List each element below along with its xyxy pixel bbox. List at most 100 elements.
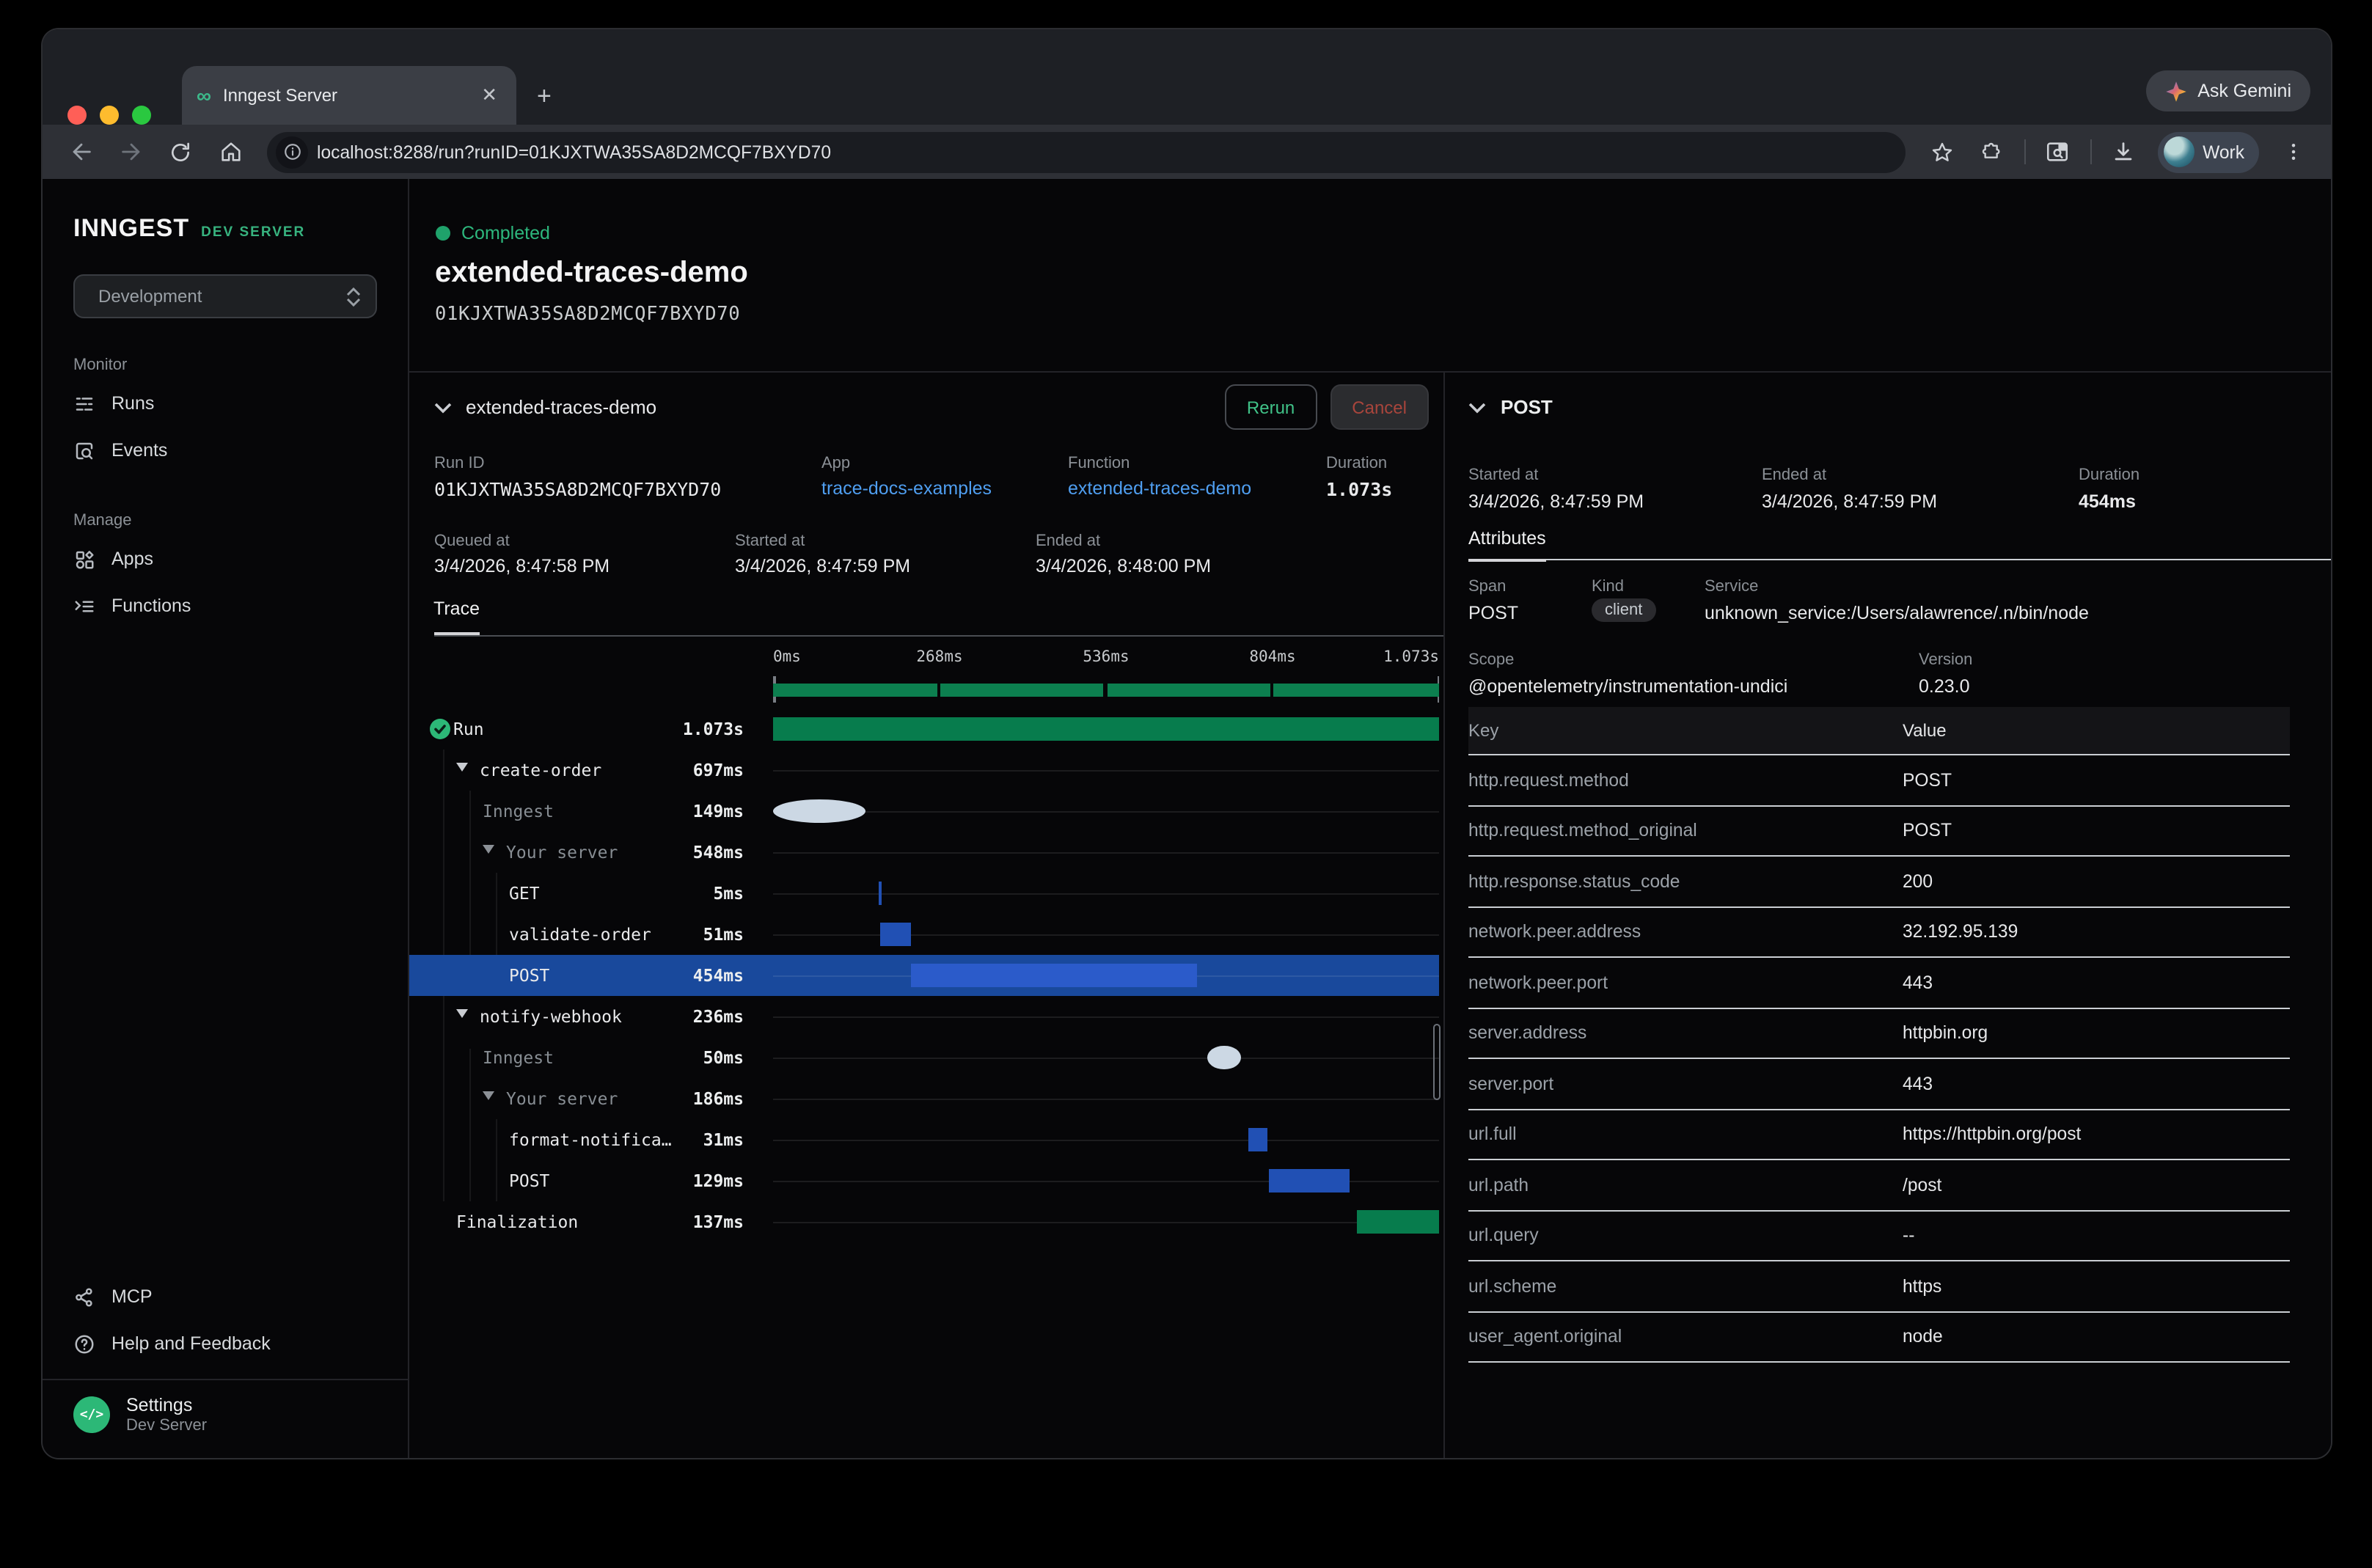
function-link[interactable]: extended-traces-demo [1068,478,1251,499]
timeline-zone [773,914,1439,955]
sidebar-item-label: Events [111,440,167,461]
timeline-zone [773,873,1439,914]
rerun-button[interactable]: Rerun [1225,384,1317,430]
side-search-button[interactable] [2038,133,2076,171]
span-bar[interactable] [773,799,865,823]
span-bar[interactable] [773,717,1439,741]
attr-key: url.path [1468,1175,1903,1195]
tab-attributes[interactable]: Attributes [1468,528,1546,562]
trace-rows: Run1.073screate-order697msInngest149msYo… [409,708,1439,1242]
table-row[interactable]: http.request.method_original POST [1468,806,2290,857]
trace-scrollbar[interactable] [1433,1024,1441,1100]
timeline-zone [773,708,1439,750]
profile-chip[interactable]: Work [2157,131,2259,172]
span-bar[interactable] [1208,1046,1240,1069]
meta-label: Ended at [1036,532,1100,550]
window-controls[interactable] [67,106,151,125]
attr-key: url.query [1468,1226,1903,1246]
close-tab-icon[interactable]: ✕ [477,84,502,107]
tab-title: Inngest Server [223,85,477,106]
table-row[interactable]: network.peer.port 443 [1468,958,2290,1008]
trace-row[interactable]: Finalization137ms [409,1201,1439,1242]
sidebar-item-functions[interactable]: Functions [43,582,407,629]
browser-menu-button[interactable] [2274,133,2312,171]
caret-down-icon[interactable] [483,1091,494,1100]
span-bar[interactable] [912,964,1197,987]
trace-row[interactable]: Your server548ms [409,832,1439,873]
forward-button[interactable] [111,133,150,171]
table-row[interactable]: url.path /post [1468,1160,2290,1211]
environment-select[interactable]: Development [73,274,376,318]
meta-label: Queued at [434,532,510,550]
settings-entry[interactable]: </> Settings Dev Server [43,1379,407,1452]
trace-row[interactable]: Run1.073s [409,708,1439,750]
collapse-chevron-icon[interactable] [433,401,451,413]
attr-label: Version [1919,651,1972,669]
ask-gemini-button[interactable]: Ask Gemini [2146,70,2310,111]
trace-row[interactable]: POST129ms [409,1160,1439,1201]
table-row[interactable]: url.query -- [1468,1211,2290,1261]
span-bar[interactable] [1357,1210,1439,1234]
reload-icon [169,140,192,164]
timeline-zone [773,1160,1439,1201]
table-row[interactable]: http.response.status_code 200 [1468,857,2290,907]
back-button[interactable] [62,133,100,171]
sidebar-item-label: Help and Feedback [111,1333,271,1354]
span-bar[interactable] [1248,1128,1267,1151]
attr-scope-value: @opentelemetry/instrumentation-undici [1468,676,1787,697]
address-bar[interactable]: localhost:8288/run?runID=01KJXTWA35SA8D2… [267,131,1905,172]
table-row[interactable]: url.scheme https [1468,1261,2290,1312]
environment-value: Development [98,286,202,307]
reload-button[interactable] [161,133,200,171]
close-window-button[interactable] [67,106,87,125]
extensions-button[interactable] [1972,133,2010,171]
trace-row[interactable]: format-notifica…31ms [409,1119,1439,1160]
timeline-zone [773,996,1439,1037]
trace-row[interactable]: validate-order51ms [409,914,1439,955]
timeline-zone [773,955,1439,996]
sidebar-item-events[interactable]: Events [43,427,407,474]
trace-row[interactable]: GET5ms [409,873,1439,914]
trace-row[interactable]: Inngest50ms [409,1037,1439,1078]
span-bar[interactable] [879,923,911,946]
site-info-button[interactable] [276,136,308,168]
trace-row[interactable]: create-order697ms [409,750,1439,791]
attr-label: Scope [1468,651,1514,669]
new-tab-button[interactable]: + [537,82,552,111]
table-row[interactable]: url.full https://httpbin.org/post [1468,1110,2290,1160]
caret-down-icon[interactable] [456,1009,468,1018]
meta-label: Started at [735,532,805,550]
table-row[interactable]: server.port 443 [1468,1059,2290,1110]
table-row[interactable]: server.address httpbin.org [1468,1008,2290,1059]
cancel-button[interactable]: Cancel [1330,384,1429,430]
trace-row[interactable]: Inngest149ms [409,791,1439,832]
minimize-window-button[interactable] [100,106,119,125]
trace-row[interactable]: notify-webhook236ms [409,996,1439,1037]
caret-down-icon[interactable] [456,763,468,772]
browser-tab[interactable]: ∞ Inngest Server ✕ [182,66,516,125]
timeline-minimap[interactable] [773,676,1439,703]
bookmark-button[interactable] [1922,133,1961,171]
caret-down-icon[interactable] [483,845,494,854]
started-at-value: 3/4/2026, 8:47:59 PM [735,556,910,576]
span-bar[interactable] [879,882,882,905]
downloads-button[interactable] [2104,133,2142,171]
status-badge: Completed [461,223,550,243]
app-link[interactable]: trace-docs-examples [821,478,992,499]
sidebar-item-runs[interactable]: Runs [43,380,407,427]
home-button[interactable] [211,133,249,171]
table-row[interactable]: user_agent.original node [1468,1312,2290,1363]
maximize-window-button[interactable] [132,106,151,125]
table-row[interactable]: network.peer.address 32.192.95.139 [1468,907,2290,958]
span-duration: 454ms [2079,491,2136,512]
tab-trace[interactable]: Trace [433,598,480,635]
sidebar-item-apps[interactable]: Apps [43,535,407,582]
attr-value: https://httpbin.org/post [1903,1124,2290,1145]
trace-row[interactable]: POST454ms [409,955,1439,996]
table-row[interactable]: http.request.method POST [1468,755,2290,806]
collapse-chevron-icon[interactable] [1468,401,1486,413]
trace-row[interactable]: Your server186ms [409,1078,1439,1119]
span-bar[interactable] [1269,1169,1350,1193]
sidebar-item-mcp[interactable]: MCP [43,1273,407,1320]
sidebar-item-help[interactable]: Help and Feedback [43,1320,407,1367]
